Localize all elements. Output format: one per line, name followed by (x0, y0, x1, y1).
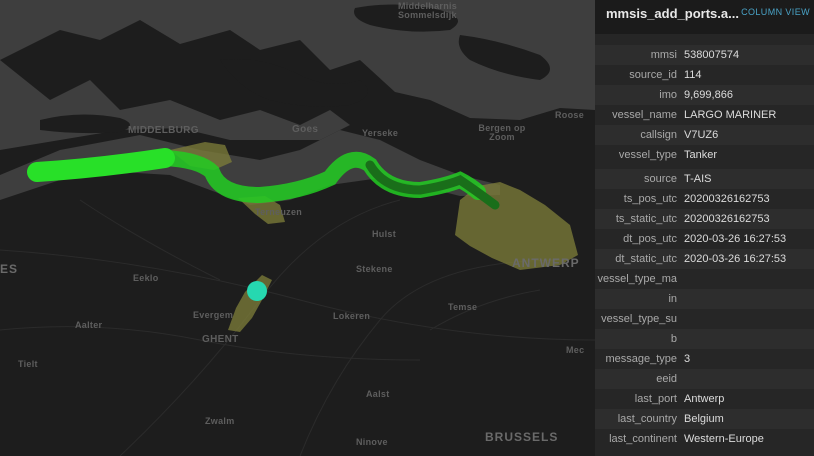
attribute-key: vessel_type (618, 149, 677, 161)
attribute-value: 2020-03-26 16:27:53 (684, 233, 787, 245)
map-label-hulst: Hulst (372, 229, 396, 239)
attribute-row: last_port Antwerp (595, 389, 814, 409)
attribute-key: source (643, 173, 677, 185)
attribute-value: Antwerp (684, 393, 725, 405)
attribute-row: message_type 3 (595, 349, 814, 369)
panel-header: mmsis_add_ports.a... COLUMN VIEW (595, 0, 814, 34)
attribute-row: source_id 114 (595, 65, 814, 85)
map-label-antwerp: ANTWERP (512, 256, 580, 270)
attribute-key: last_continent (609, 433, 677, 445)
map-label-mec: Mec (566, 345, 585, 355)
panel-title: mmsis_add_ports.a... (606, 6, 739, 21)
map-label-terneuzen: Terneuzen (255, 207, 303, 217)
attribute-key: ts_static_utc (615, 213, 677, 225)
attribute-key: vessel_type_ma (597, 273, 678, 285)
map-label-bergen-op-zoom: Bergen op Zoom (478, 123, 526, 142)
attribute-row: vessel_type Tanker (595, 145, 814, 165)
attribute-value: 20200326162753 (684, 213, 770, 225)
map-label-roosendaal: Roose (555, 110, 585, 120)
map-label-sommelsdijk: Sommelsdijk (398, 10, 457, 20)
attribute-row: b (595, 329, 814, 349)
attribute-row: callsign V7UZ6 (595, 125, 814, 145)
attribute-row: mmsi 538007574 (595, 45, 814, 65)
attribute-row: eeid (595, 369, 814, 389)
attribute-table: mmsi 538007574 source_id 114 imo 9,699,866 ves… (595, 45, 814, 449)
attribute-key: dt_pos_utc (623, 233, 677, 245)
attribute-value: 3 (684, 353, 691, 365)
map-label-middelburg: MIDDELBURG (128, 125, 199, 136)
attribute-row: vessel_type_su (595, 309, 814, 329)
attribute-key: vessel_name (612, 109, 677, 121)
attribute-value: T-AIS (684, 173, 712, 185)
attribute-row: dt_static_utc 2020-03-26 16:27:53 (595, 249, 814, 269)
attribute-key: callsign (640, 129, 677, 141)
attribute-key: in (668, 293, 677, 305)
attribute-value: V7UZ6 (684, 129, 719, 141)
attribute-key: last_country (617, 413, 677, 425)
map-label-zwalm: Zwalm (205, 416, 235, 426)
map-label-tielt: Tielt (18, 359, 38, 369)
map-label-ghent: GHENT (202, 334, 239, 345)
attribute-value: LARGO MARINER (684, 109, 777, 121)
map-view[interactable]: Middelharnis Sommelsdijk MIDDELBURG Goes… (0, 0, 595, 456)
attribute-row: source T-AIS (595, 169, 814, 189)
map-label-lokeren: Lokeren (333, 311, 371, 321)
map-label-stekene: Stekene (356, 264, 393, 274)
attribute-row: last_continent Western-Europe (595, 429, 814, 449)
map-label-aalst: Aalst (366, 389, 390, 399)
map-label-goes: Goes (292, 124, 319, 135)
attribute-row: ts_static_utc 20200326162753 (595, 209, 814, 229)
attribute-value: Tanker (684, 149, 718, 161)
map-label-temse: Temse (448, 302, 478, 312)
attribute-value: Western-Europe (684, 433, 764, 445)
attribute-key: dt_static_utc (615, 253, 677, 265)
attribute-key: source_id (629, 69, 677, 81)
attribute-row: ts_pos_utc 20200326162753 (595, 189, 814, 209)
column-view-button[interactable]: COLUMN VIEW (741, 7, 810, 17)
map-label-brussels: BRUSSELS (485, 430, 559, 444)
attribute-key: last_port (634, 393, 677, 405)
attribute-value: 2020-03-26 16:27:53 (684, 253, 787, 265)
map-canvas[interactable] (0, 0, 595, 456)
map-label-evergem: Evergem (193, 310, 234, 320)
attribute-value: Belgium (684, 413, 724, 425)
attribute-row: in (595, 289, 814, 309)
map-label-eeklo: Eeklo (133, 273, 159, 283)
attribute-row: imo 9,699,866 (595, 85, 814, 105)
attribute-key: message_type (605, 353, 677, 365)
attribute-row: last_country Belgium (595, 409, 814, 429)
map-label-yerseke: Yerseke (362, 128, 399, 138)
attribute-value: 114 (684, 69, 702, 81)
attribute-key: vessel_type_su (601, 313, 677, 325)
map-label-ninove: Ninove (356, 437, 388, 447)
map-label-es: ES (0, 262, 19, 276)
attribute-key: eeid (656, 373, 677, 385)
attribute-value: 9,699,866 (684, 89, 733, 101)
attribute-panel: mmsis_add_ports.a... COLUMN VIEW mmsi 538… (595, 0, 814, 456)
attribute-row: vessel_name LARGO MARINER (595, 105, 814, 125)
attribute-key: imo (659, 89, 677, 101)
attribute-key: mmsi (650, 49, 677, 61)
attribute-row: dt_pos_utc 2020-03-26 16:27:53 (595, 229, 814, 249)
map-label-aalter: Aalter (75, 320, 103, 330)
attribute-value: 538007574 (684, 49, 740, 61)
attribute-key: ts_pos_utc (623, 193, 677, 205)
attribute-row: vessel_type_ma (595, 269, 814, 289)
attribute-key: b (670, 333, 677, 345)
position-marker[interactable] (247, 281, 267, 301)
attribute-value: 20200326162753 (684, 193, 770, 205)
